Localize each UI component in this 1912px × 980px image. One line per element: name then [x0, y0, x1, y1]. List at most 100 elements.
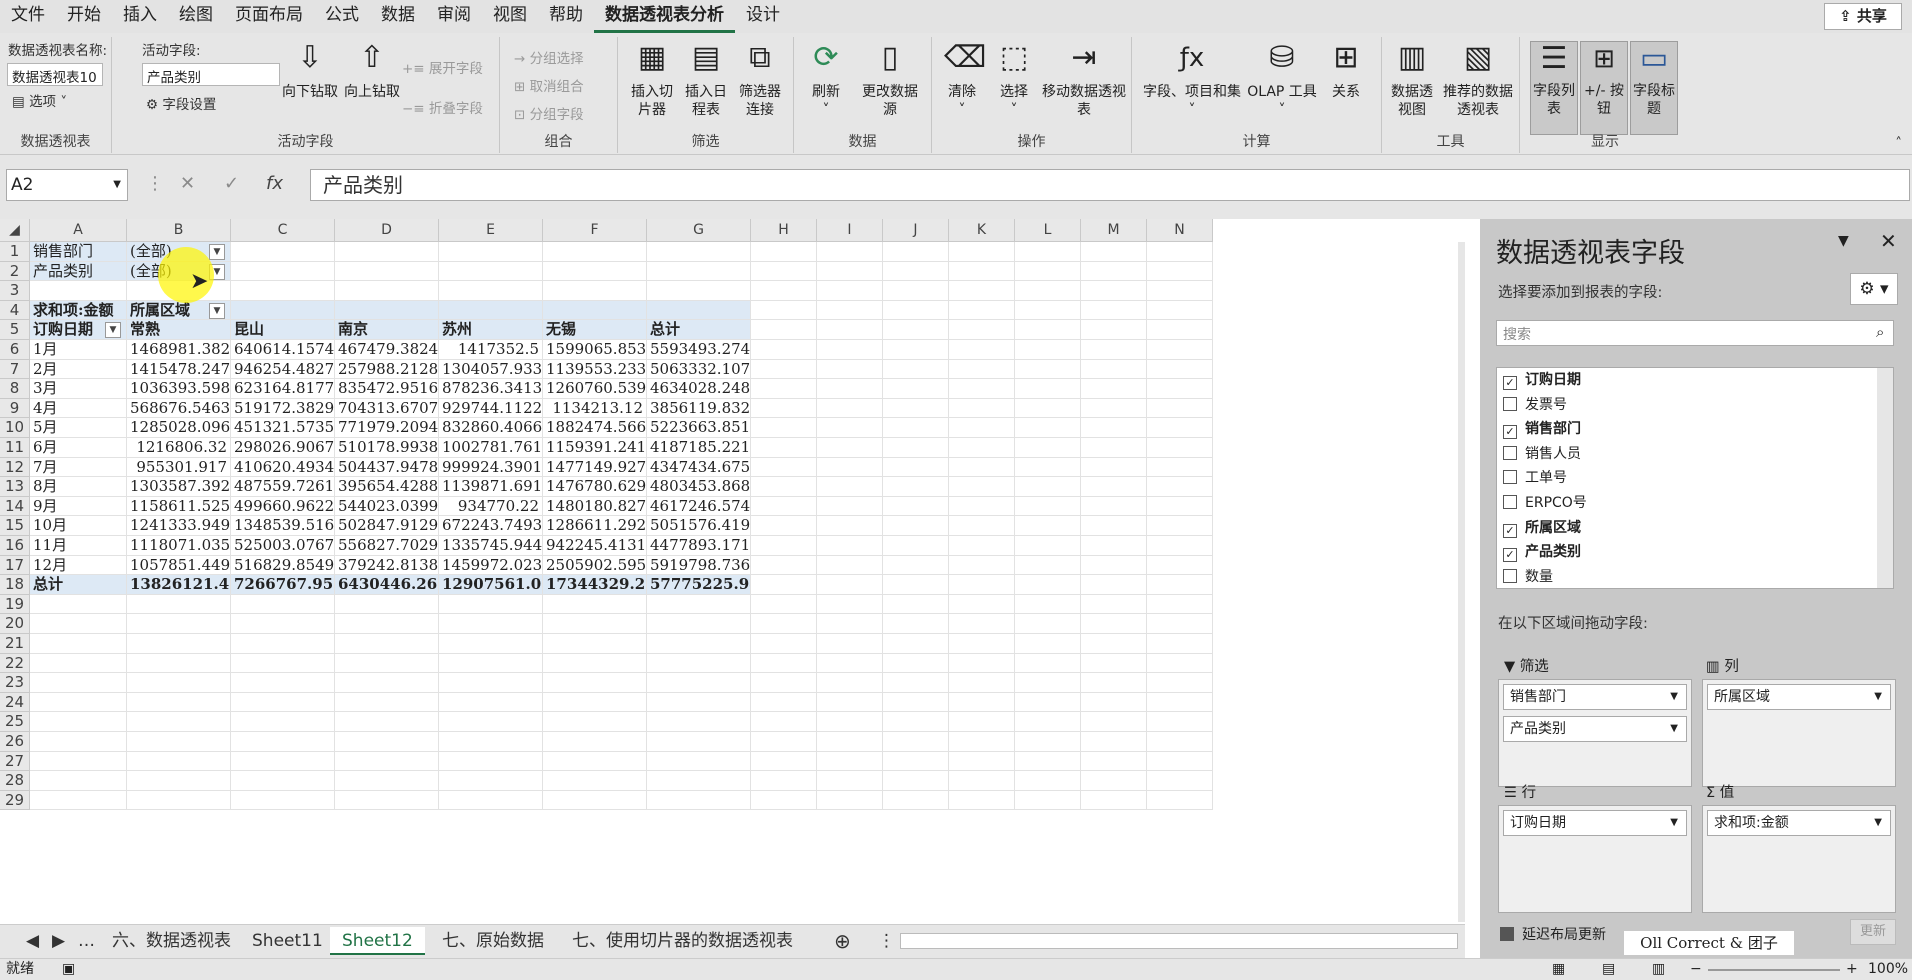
- cell[interactable]: [439, 653, 543, 674]
- cell[interactable]: [1015, 457, 1081, 478]
- cell[interactable]: [751, 379, 817, 399]
- cell[interactable]: [1147, 261, 1213, 282]
- cell[interactable]: [817, 516, 883, 536]
- cell[interactable]: [1147, 692, 1213, 713]
- sheet-tab[interactable]: Sheet12: [330, 927, 425, 955]
- cell[interactable]: [1081, 477, 1147, 497]
- cell[interactable]: [883, 634, 949, 654]
- cell[interactable]: 1285028.096: [127, 418, 231, 438]
- cell[interactable]: [1015, 594, 1081, 615]
- cell[interactable]: 1304057.933: [439, 359, 543, 380]
- cell[interactable]: 6430446.267: [335, 575, 439, 595]
- cell[interactable]: [751, 536, 817, 556]
- cell[interactable]: 942245.4131: [543, 536, 647, 556]
- column-area[interactable]: 所属区域 ▼: [1702, 679, 1896, 787]
- cell[interactable]: [1147, 614, 1213, 634]
- collapse-ribbon-icon[interactable]: ˄: [1895, 135, 1902, 151]
- cell[interactable]: [751, 771, 817, 791]
- cell[interactable]: 5月: [30, 418, 127, 438]
- cell[interactable]: [1015, 653, 1081, 674]
- cell[interactable]: [1015, 732, 1081, 752]
- cell[interactable]: [335, 300, 439, 321]
- defer-update-checkbox[interactable]: 延迟布局更新: [1500, 924, 1606, 944]
- field-item[interactable]: 数量: [1503, 565, 1553, 588]
- cell[interactable]: [949, 320, 1015, 340]
- chevron-down-icon[interactable]: ▼: [1874, 811, 1882, 835]
- cell[interactable]: [949, 261, 1015, 282]
- cell[interactable]: 1057851.449: [127, 555, 231, 576]
- cell[interactable]: [30, 614, 127, 634]
- area-field-item[interactable]: 求和项:金额 ▼: [1707, 810, 1891, 836]
- filter-connections-button[interactable]: ⧉ 筛选器连接: [736, 43, 784, 119]
- cell[interactable]: 5223663.851: [647, 418, 751, 438]
- cell[interactable]: [949, 790, 1015, 811]
- cell[interactable]: 1139553.233: [543, 359, 647, 380]
- cell[interactable]: [1081, 418, 1147, 438]
- cell[interactable]: [817, 732, 883, 752]
- field-item[interactable]: 销售人员: [1503, 442, 1581, 466]
- zoom-level[interactable]: 100%: [1868, 959, 1908, 980]
- cell[interactable]: [817, 496, 883, 517]
- cell[interactable]: [1015, 516, 1081, 536]
- cell[interactable]: [647, 732, 751, 752]
- cell[interactable]: [439, 261, 543, 282]
- cell[interactable]: [949, 771, 1015, 791]
- row-header[interactable]: 11: [0, 438, 30, 458]
- cell[interactable]: [647, 692, 751, 713]
- cell[interactable]: [1081, 673, 1147, 693]
- cell[interactable]: [817, 477, 883, 497]
- cell[interactable]: 总计: [647, 320, 751, 340]
- cell[interactable]: [1147, 653, 1213, 674]
- cell[interactable]: [543, 653, 647, 674]
- cell[interactable]: 昆山: [231, 320, 335, 340]
- cell[interactable]: [883, 790, 949, 811]
- cell[interactable]: 4477893.171: [647, 536, 751, 556]
- cell[interactable]: [817, 320, 883, 340]
- row-header[interactable]: 16: [0, 536, 30, 556]
- cell[interactable]: [751, 457, 817, 478]
- cell[interactable]: 1134213.12: [543, 398, 647, 419]
- column-header[interactable]: D: [335, 219, 439, 242]
- cell[interactable]: 487559.7261: [231, 477, 335, 497]
- cell[interactable]: [1081, 614, 1147, 634]
- row-header[interactable]: 24: [0, 692, 30, 713]
- cell[interactable]: 516829.8549: [231, 555, 335, 576]
- cell[interactable]: 4617246.574: [647, 496, 751, 517]
- cell[interactable]: [949, 536, 1015, 556]
- column-header[interactable]: A: [30, 219, 127, 242]
- chevron-down-icon[interactable]: ▼: [1874, 685, 1882, 709]
- cell[interactable]: 1459972.023: [439, 555, 543, 576]
- cell[interactable]: 17344329.23: [543, 575, 647, 595]
- row-header[interactable]: 23: [0, 673, 30, 693]
- cell[interactable]: [817, 418, 883, 438]
- cell[interactable]: [751, 496, 817, 517]
- cell[interactable]: 常熟: [127, 320, 231, 340]
- cell[interactable]: [751, 555, 817, 576]
- zoom-out-icon[interactable]: −: [1690, 959, 1702, 980]
- menu-item[interactable]: 视图: [482, 0, 538, 33]
- select-button[interactable]: ⬚ 选择 ˅: [990, 43, 1038, 119]
- column-header[interactable]: I: [817, 219, 883, 242]
- cell[interactable]: [439, 242, 543, 262]
- name-box[interactable]: A2 ▼: [6, 169, 128, 201]
- cell[interactable]: 12907561.07: [439, 575, 543, 595]
- cell[interactable]: [883, 692, 949, 713]
- cell[interactable]: [30, 712, 127, 732]
- cell[interactable]: 无锡: [543, 320, 647, 340]
- insert-slicer-button[interactable]: ▦ 插入切片器: [628, 43, 676, 119]
- cell[interactable]: 519172.3829: [231, 398, 335, 419]
- cell[interactable]: [1081, 790, 1147, 811]
- field-item[interactable]: 工单号: [1503, 466, 1567, 490]
- cell[interactable]: [1147, 732, 1213, 752]
- cell[interactable]: [883, 281, 949, 301]
- cell[interactable]: 640614.1574: [231, 340, 335, 360]
- row-header[interactable]: 8: [0, 379, 30, 399]
- cell[interactable]: [817, 359, 883, 380]
- cell[interactable]: [751, 732, 817, 752]
- drill-down-button[interactable]: ⇩ 向下钻取: [280, 43, 340, 101]
- cell[interactable]: [817, 300, 883, 321]
- cell[interactable]: [817, 281, 883, 301]
- cell[interactable]: [949, 673, 1015, 693]
- cell[interactable]: [231, 771, 335, 791]
- cell[interactable]: [1147, 712, 1213, 732]
